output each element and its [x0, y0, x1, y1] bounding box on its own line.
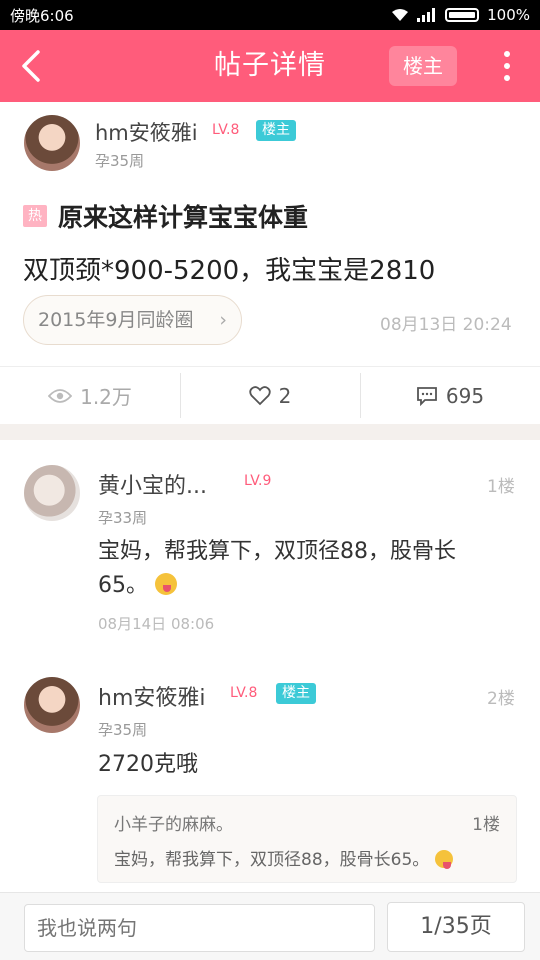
wifi-icon: [392, 9, 409, 21]
post-author-name[interactable]: hm安筱雅i: [95, 117, 198, 147]
quoted-floor: 1楼: [472, 815, 500, 835]
battery-icon: [445, 8, 480, 22]
circle-link[interactable]: 2015年9月同龄圈 ›: [23, 295, 242, 345]
owner-only-button[interactable]: 楼主: [389, 46, 457, 86]
post-title: 原来这样计算宝宝体重: [58, 203, 309, 232]
comment-icon: [417, 386, 437, 406]
comments-count: 695: [445, 383, 485, 408]
post-time: 08月13日 20:24: [380, 315, 512, 335]
comment-time: 08月14日 08:06: [98, 615, 215, 633]
battery-text: 100%: [487, 6, 530, 24]
post-author-pregnancy: 孕35周: [95, 152, 145, 170]
quoted-author: 小羊子的麻麻。: [114, 815, 233, 835]
comment-floor: 1楼: [487, 477, 515, 497]
comment-text: 2720克哦: [98, 752, 198, 777]
comment-text: 宝妈，帮我算下，双顶径88，股骨长 65。: [98, 535, 456, 603]
likes-count: 2: [278, 383, 292, 408]
comment-author-level: LV.8: [230, 685, 258, 701]
more-menu-icon[interactable]: [500, 48, 514, 84]
comment-author-pregnancy: 孕35周: [98, 721, 148, 739]
heart-icon: [248, 385, 271, 405]
comment-author-name[interactable]: hm安筱雅i: [98, 680, 206, 712]
header-bar: 帖子详情 楼主: [0, 30, 540, 102]
comment-author-pregnancy: 孕33周: [98, 509, 148, 527]
tongue-emoji-icon: [155, 573, 177, 595]
comments-button[interactable]: 695: [360, 367, 540, 424]
post-stats-bar: 1.2万 2 695: [0, 366, 540, 424]
status-icons: 100%: [391, 6, 530, 24]
status-time: 傍晚6:06: [10, 6, 74, 25]
views-stat: 1.2万: [0, 367, 180, 424]
like-button[interactable]: 2: [180, 367, 360, 424]
comment-avatar[interactable]: [24, 465, 80, 521]
section-divider: [0, 424, 540, 440]
comment-text-line: 宝妈，帮我算下，双顶径88，股骨长: [98, 539, 456, 564]
comment-author-name[interactable]: 黄小宝的...: [98, 468, 207, 500]
post-author-level: LV.8: [212, 122, 240, 138]
owner-badge: 楼主: [276, 683, 316, 704]
post-author-avatar[interactable]: [24, 115, 80, 171]
eye-icon: [48, 388, 73, 403]
page-title: 帖子详情: [214, 50, 326, 81]
quoted-text: 宝妈，帮我算下，双顶径88，股骨长65。: [114, 845, 453, 870]
comment-text-line: 65。: [98, 569, 456, 603]
views-count: 1.2万: [80, 385, 132, 409]
comment-floor: 2楼: [487, 689, 515, 709]
chevron-right-icon: ›: [219, 309, 227, 331]
tongue-emoji-icon: [434, 850, 453, 869]
quoted-comment[interactable]: 小羊子的麻麻。 1楼 宝妈，帮我算下，双顶径88，股骨长65。: [97, 795, 517, 883]
status-bar: 傍晚6:06 100%: [0, 0, 540, 30]
comment-author-level: LV.9: [244, 473, 272, 489]
quoted-text-body: 宝妈，帮我算下，双顶径88，股骨长65。: [114, 850, 430, 870]
post-body: 双顶颈*900-5200，我宝宝是2810: [23, 256, 436, 286]
reply-input[interactable]: [24, 904, 375, 952]
comment-text-end: 65。: [98, 573, 148, 598]
circle-label: 2015年9月同龄圈: [38, 309, 194, 331]
owner-badge: 楼主: [256, 120, 296, 141]
page-selector[interactable]: 1/35页: [387, 902, 525, 952]
hot-badge: 热: [23, 205, 47, 227]
comment-avatar[interactable]: [24, 677, 80, 733]
bottom-reply-bar: 1/35页: [0, 892, 540, 960]
signal-icon: [417, 8, 436, 22]
